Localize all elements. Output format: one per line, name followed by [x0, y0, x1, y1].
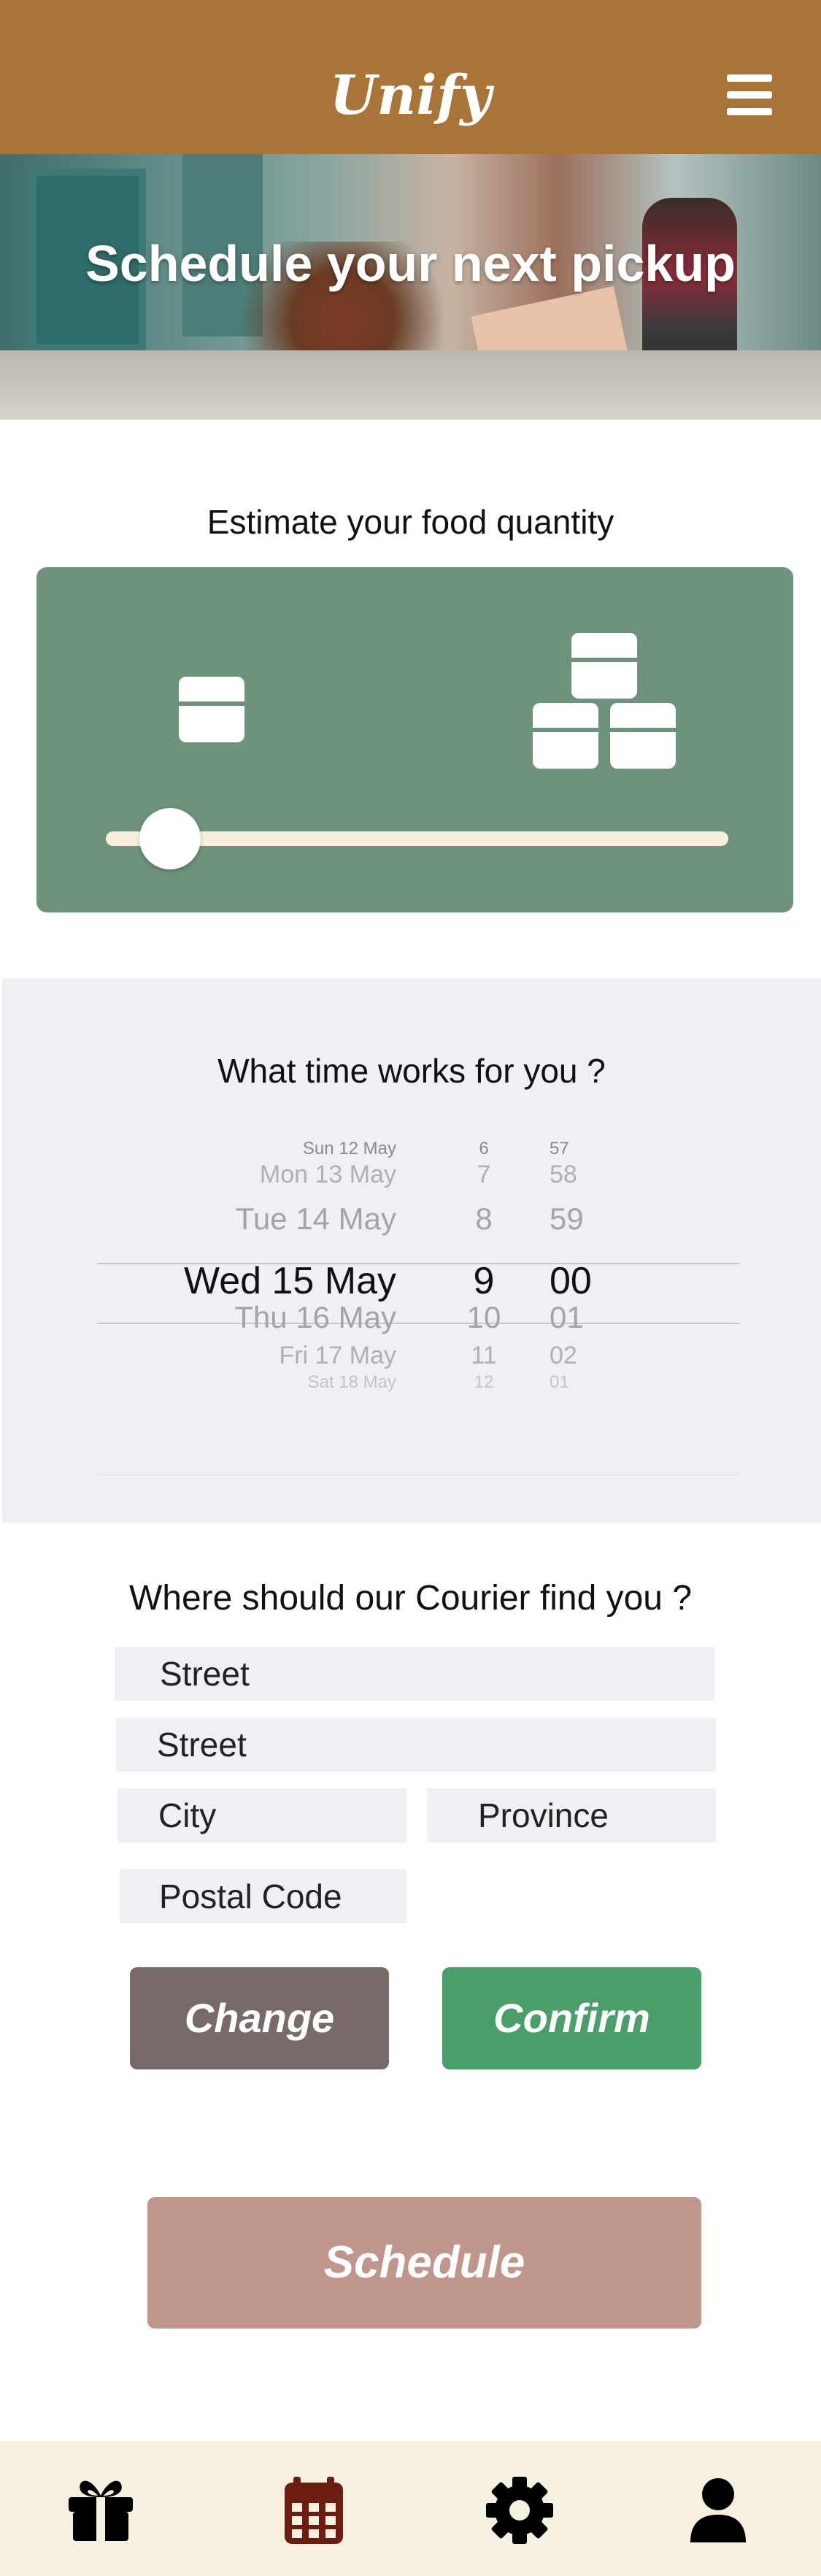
time-picker-section: What time works for you ? Sun 12 May 6 57 M… — [2, 978, 821, 1523]
picker-selection-bottom-line — [97, 1323, 739, 1324]
gear-icon[interactable] — [483, 2474, 556, 2547]
picker-date-cell[interactable]: Sun 12 May — [303, 1139, 396, 1159]
hero-photo-ground — [0, 350, 821, 420]
hero-banner: Schedule your next pickup — [0, 154, 821, 420]
city-field[interactable]: City — [117, 1788, 406, 1842]
quantity-slider-thumb[interactable] — [139, 808, 201, 869]
address-title: Where should our Courier find you ? — [128, 1579, 693, 1618]
picker-hour-cell[interactable]: 12 — [462, 1372, 506, 1393]
picker-date-cell[interactable]: Mon 13 May — [260, 1161, 396, 1189]
confirm-button[interactable]: Confirm — [442, 1967, 701, 2069]
schedule-button[interactable]: Schedule — [147, 2197, 701, 2329]
hamburger-menu-icon[interactable] — [727, 74, 772, 115]
app-header: Unify — [0, 0, 821, 154]
picker-minute-cell[interactable]: 00 — [550, 1259, 608, 1303]
picker-hour-cell[interactable]: 6 — [462, 1139, 506, 1159]
picker-minute-cell[interactable]: 01 — [550, 1300, 608, 1335]
street-field-2[interactable]: Street — [116, 1718, 716, 1772]
postal-code-field[interactable]: Postal Code — [120, 1869, 406, 1923]
change-button[interactable]: Change — [130, 1967, 389, 2069]
picker-minute-cell[interactable]: 01 — [550, 1372, 608, 1393]
picker-hour-cell[interactable]: 9 — [462, 1259, 506, 1303]
bottom-navigation — [0, 2441, 821, 2576]
date-time-picker[interactable]: Sun 12 May 6 57 Mon 13 May 7 58 Tue 14 May 8 59 W… — [97, 1139, 739, 1475]
app-logo[interactable]: Unify — [0, 64, 821, 127]
picker-date-cell[interactable]: Thu 16 May — [234, 1300, 396, 1335]
hero-title: Schedule your next pickup — [85, 235, 736, 292]
picker-minute-cell[interactable]: 02 — [550, 1342, 608, 1370]
gift-icon[interactable] — [64, 2474, 137, 2547]
picker-hour-cell[interactable]: 10 — [462, 1300, 506, 1335]
picker-date-cell[interactable]: Wed 15 May — [184, 1259, 396, 1303]
calendar-icon[interactable] — [277, 2474, 350, 2547]
picker-minute-cell[interactable]: 59 — [550, 1202, 608, 1237]
picker-hour-cell[interactable]: 8 — [462, 1202, 506, 1237]
picker-minute-cell[interactable]: 58 — [550, 1161, 608, 1189]
picker-minute-cell[interactable]: 57 — [550, 1139, 608, 1159]
user-icon[interactable] — [682, 2474, 755, 2547]
picker-date-cell[interactable]: Tue 14 May — [236, 1202, 396, 1237]
quantity-card — [36, 567, 793, 912]
picker-hour-cell[interactable]: 7 — [462, 1161, 506, 1189]
picker-date-cell[interactable]: Sat 18 May — [308, 1372, 396, 1393]
street-field-1[interactable]: Street — [115, 1647, 714, 1701]
picker-date-cell[interactable]: Fri 17 May — [279, 1342, 396, 1370]
province-field[interactable]: Province — [427, 1788, 716, 1842]
time-picker-title: What time works for you ? — [217, 1052, 606, 1090]
quantity-title: Estimate your food quantity — [207, 503, 614, 541]
picker-hour-cell[interactable]: 11 — [462, 1342, 506, 1370]
